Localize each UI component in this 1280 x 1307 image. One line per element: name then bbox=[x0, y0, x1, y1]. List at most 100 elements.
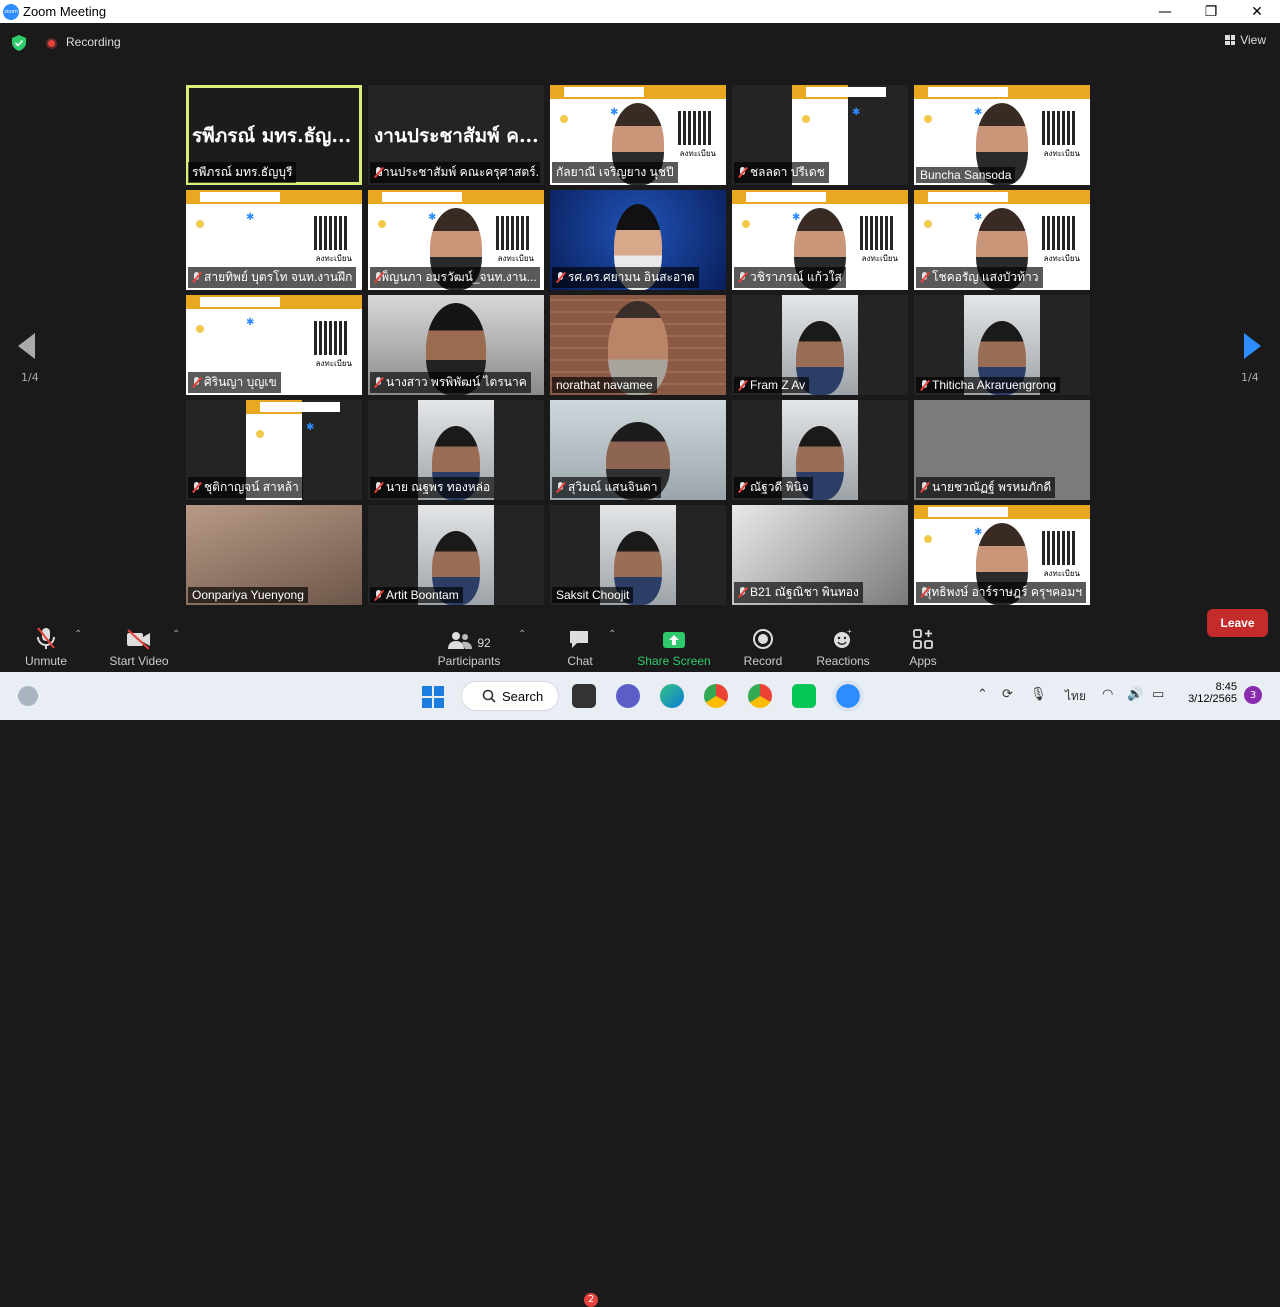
participant-video-tile[interactable]: นายชวณัฏฐ์ พรหมภักดี bbox=[914, 400, 1090, 500]
taskbar-clock[interactable]: 8:45 3/12/2565 bbox=[1183, 681, 1237, 705]
participant-name-label: สุทธิพงษ์ อาร์ราษฎร์ ครุฯคอมฯ bbox=[916, 582, 1086, 603]
minimize-button[interactable]: — bbox=[1142, 0, 1188, 23]
participant-video-tile[interactable]: ✱ ลงทะเบียน Buncha Sansoda bbox=[914, 85, 1090, 185]
close-button[interactable]: ✕ bbox=[1234, 0, 1280, 23]
participant-name-label: วชิราภรณ์ แก้วใส bbox=[734, 267, 846, 288]
microphone-muted-icon bbox=[374, 377, 383, 388]
microphone-muted-icon bbox=[374, 482, 383, 493]
participant-name: Artit Boontam bbox=[386, 588, 459, 602]
security-shield-icon[interactable] bbox=[12, 35, 26, 51]
windows-start-icon[interactable] bbox=[422, 686, 444, 708]
participant-name-label: Fram Z Av bbox=[734, 377, 810, 393]
participant-video-tile[interactable]: Oonpariya Yuenyong bbox=[186, 505, 362, 605]
next-page-arrow-icon[interactable] bbox=[1244, 333, 1261, 359]
participant-video-tile[interactable]: ✱ ลงทะเบียน เพ็ญนภา อมรวัฒน์_จนท.งาน... bbox=[368, 190, 544, 290]
unmute-button[interactable]: Unmute bbox=[22, 622, 70, 672]
participant-video-tile[interactable]: norathat navamee bbox=[550, 295, 726, 395]
participant-name-label: รศ.ดร.ศยามน อินสะอาด bbox=[552, 267, 699, 288]
participant-video-tile[interactable]: นางสาว พรพิพัฒน์ ไตรนาค bbox=[368, 295, 544, 395]
participant-video-tile[interactable]: B21 ณัฐณิชา พินทอง bbox=[732, 505, 908, 605]
participant-name-label: สุวิมณ์ แสนจินดา bbox=[552, 477, 662, 498]
participant-name: Buncha Sansoda bbox=[920, 168, 1012, 182]
maximize-button[interactable]: ❐ bbox=[1188, 0, 1234, 23]
participant-name: สายทิพย์ บุตรโท จนท.งานฝึก bbox=[204, 270, 353, 284]
meeting-area: Recording View 1/4 1/4 รพีภรณ์ มทร.ธัญ..… bbox=[0, 23, 1280, 672]
participant-name: ชุติกาญจน์ สาหล้า bbox=[204, 480, 299, 494]
view-button[interactable]: View bbox=[1225, 33, 1266, 47]
apps-button[interactable]: Apps bbox=[906, 622, 940, 672]
video-options-caret-icon[interactable]: ⌃ bbox=[172, 629, 180, 640]
participant-video-tile[interactable]: งานประชาสัมพ์ ค... งานประชาสัมพ์ คณะครุศา… bbox=[368, 85, 544, 185]
microphone-muted-icon bbox=[738, 379, 747, 391]
participant-video-tile[interactable]: ✱ ลงทะเบียน ศิรินญา บุญเข bbox=[186, 295, 362, 395]
clock-time: 8:45 bbox=[1215, 681, 1237, 693]
unmute-label: Unmute bbox=[24, 654, 68, 668]
onedrive-sync-icon[interactable]: ⟳ bbox=[1002, 687, 1013, 702]
participant-video-tile[interactable]: นาย ณฐพร ทองหล่อ bbox=[368, 400, 544, 500]
wifi-icon[interactable]: ◠ bbox=[1102, 687, 1113, 702]
video-gallery: รพีภรณ์ มทร.ธัญ... รพีภรณ์ มทร.ธัญบุรี งาน… bbox=[186, 85, 1094, 605]
zoom-app-icon[interactable] bbox=[832, 680, 864, 712]
participant-video-tile[interactable]: ✱ ลงทะเบียน กัลยาณี เจริญยาง นุชปี bbox=[550, 85, 726, 185]
participant-name: รศ.ดร.ศยามน อินสะอาด bbox=[568, 270, 695, 284]
chrome-profile-icon[interactable] bbox=[748, 684, 772, 708]
participant-video-tile[interactable]: ✱ ลงทะเบียน สุทธิพงษ์ อาร์ราษฎร์ ครุฯคอมฯ bbox=[914, 505, 1090, 605]
participant-video-tile[interactable]: รศ.ดร.ศยามน อินสะอาด bbox=[550, 190, 726, 290]
notification-count-badge[interactable]: 3 bbox=[1244, 686, 1262, 704]
participant-video-tile[interactable]: สุวิมณ์ แสนจินดา bbox=[550, 400, 726, 500]
participant-name: ศิรินญา บุญเข bbox=[204, 375, 277, 389]
participant-video-tile[interactable]: ✱ ลงทะเบียน สายทิพย์ บุตรโท จนท.งานฝึก bbox=[186, 190, 362, 290]
participant-video-tile[interactable]: Saksit Choojit bbox=[550, 505, 726, 605]
participant-video-tile[interactable]: Fram Z Av bbox=[732, 295, 908, 395]
reactions-button[interactable]: + Reactions bbox=[815, 622, 871, 672]
chat-bubble-icon bbox=[568, 622, 592, 650]
leave-button[interactable]: Leave bbox=[1207, 609, 1268, 637]
participant-video-tile[interactable]: รพีภรณ์ มทร.ธัญ... รพีภรณ์ มทร.ธัญบุรี bbox=[186, 85, 362, 185]
chat-button[interactable]: Chat bbox=[562, 622, 598, 672]
input-language[interactable]: ไทย bbox=[1065, 687, 1086, 706]
participant-video-tile[interactable]: Thiticha Akraruengrong bbox=[914, 295, 1090, 395]
microphone-muted-icon bbox=[920, 587, 927, 598]
participant-name: Fram Z Av bbox=[750, 378, 806, 392]
audio-options-caret-icon[interactable]: ⌃ bbox=[74, 629, 82, 640]
chrome-browser-icon[interactable] bbox=[704, 684, 728, 708]
task-view-icon[interactable] bbox=[572, 684, 596, 708]
participants-button[interactable]: 92 Participants bbox=[436, 622, 502, 672]
participant-name-label: Thiticha Akraruengrong bbox=[916, 377, 1061, 393]
qr-caption: ลงทะเบียน bbox=[315, 359, 352, 368]
microphone-muted-icon bbox=[738, 587, 747, 598]
share-screen-icon bbox=[662, 622, 686, 650]
participant-name: ชลลดา ปรีเดช bbox=[750, 165, 825, 179]
participant-video-tile[interactable]: ✱ ชลลดา ปรีเดช bbox=[732, 85, 908, 185]
participant-video-tile[interactable]: ✱ ชุติกาญจน์ สาหล้า bbox=[186, 400, 362, 500]
microphone-muted-icon bbox=[738, 482, 747, 493]
chat-unread-badge: 2 bbox=[584, 1293, 599, 1307]
start-video-button[interactable]: Start Video bbox=[106, 622, 172, 672]
participants-caret-icon[interactable]: ⌃ bbox=[518, 629, 526, 640]
window-title: Zoom Meeting bbox=[23, 4, 107, 19]
participant-video-tile[interactable]: ณัฐวดี พินิจ bbox=[732, 400, 908, 500]
record-icon bbox=[752, 622, 774, 650]
share-screen-button[interactable]: Share Screen bbox=[637, 622, 711, 672]
record-button[interactable]: Record bbox=[742, 622, 784, 672]
edge-browser-icon[interactable] bbox=[660, 684, 684, 708]
microphone-muted-icon bbox=[920, 272, 929, 283]
microphone-tray-icon[interactable]: 🎙 bbox=[1030, 687, 1047, 702]
weather-icon[interactable] bbox=[18, 686, 38, 706]
teams-chat-icon[interactable] bbox=[616, 684, 640, 708]
line-app-icon[interactable] bbox=[792, 684, 816, 708]
window-titlebar: zoom Zoom Meeting — ❐ ✕ bbox=[0, 0, 1280, 23]
battery-icon[interactable]: ▭ bbox=[1152, 687, 1164, 702]
previous-page-arrow-icon[interactable] bbox=[18, 333, 35, 359]
participant-video-tile[interactable]: ✱ ลงทะเบียน วชิราภรณ์ แก้วใส bbox=[732, 190, 908, 290]
chat-caret-icon[interactable]: ⌃ bbox=[608, 629, 616, 640]
show-hidden-icons-chevron-icon[interactable]: ⌃ bbox=[977, 687, 988, 702]
volume-icon[interactable]: 🔊 bbox=[1127, 687, 1143, 702]
taskbar-search-box[interactable]: Search bbox=[461, 681, 559, 711]
participant-name-label: Oonpariya Yuenyong bbox=[188, 587, 308, 603]
start-video-label: Start Video bbox=[109, 654, 169, 668]
participant-video-tile[interactable]: ✱ ลงทะเบียน โชคอรัญ แสงบัวท้าว bbox=[914, 190, 1090, 290]
recording-label[interactable]: Recording bbox=[66, 35, 121, 49]
participant-name-label: ศิรินญา บุญเข bbox=[188, 372, 281, 393]
participant-video-tile[interactable]: Artit Boontam bbox=[368, 505, 544, 605]
